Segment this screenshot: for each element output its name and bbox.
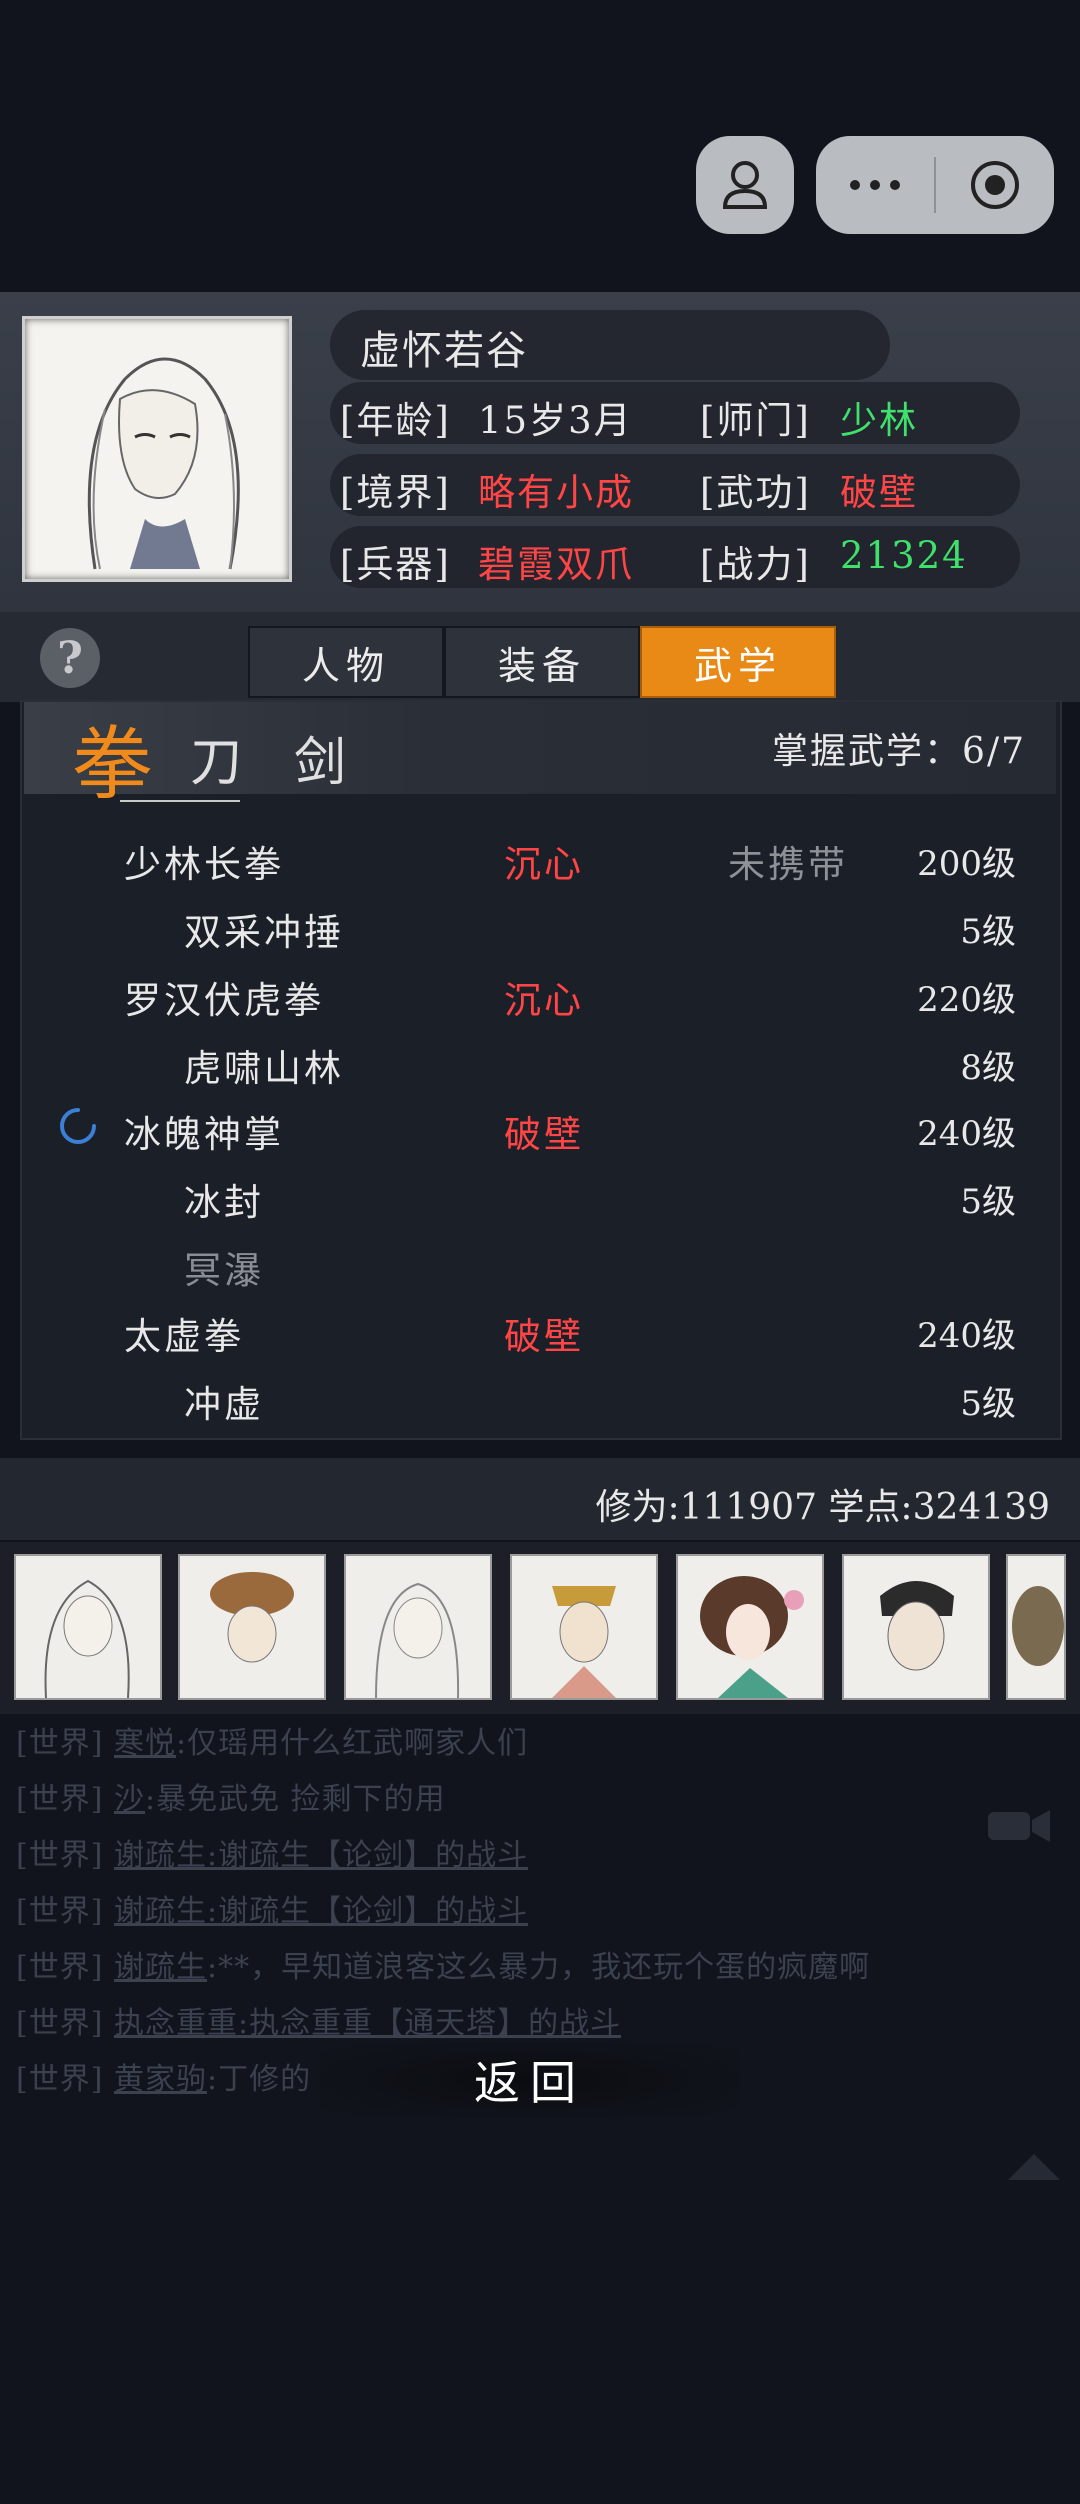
realm-value: 略有小成	[478, 471, 634, 514]
skill-status: 破壁	[504, 1113, 584, 1156]
tab-martial-arts[interactable]: 武学	[640, 626, 836, 698]
category-sword[interactable]: 剑	[294, 720, 346, 795]
chat-line[interactable]: [世界] 沙:暴免武免 捡剩下的用	[16, 1774, 446, 1818]
sub-skill-name[interactable]: 虎啸山林	[184, 1038, 344, 1092]
skill-label: [武功]	[700, 471, 811, 514]
sub-skill-name[interactable]: 冰封	[184, 1172, 264, 1226]
character-portrait[interactable]	[1006, 1554, 1066, 1700]
help-icon[interactable]: ?	[40, 628, 100, 688]
sub-skill-level: 5级	[960, 1384, 1016, 1424]
portrait-image	[880, 1581, 954, 1671]
portrait-image	[210, 1572, 294, 1663]
chat-line[interactable]: [世界] 黄家驹:丁修的	[16, 2054, 311, 2098]
chat-line[interactable]: [世界] 谢疏生:谢疏生【论剑】的战斗	[16, 1886, 528, 1930]
skill-name[interactable]: 冰魄神掌	[124, 1104, 284, 1158]
skill-level: 200级	[917, 844, 1016, 884]
character-portrait[interactable]	[178, 1554, 326, 1700]
portrait-image	[87, 357, 240, 570]
skill-name[interactable]: 少林长拳	[124, 834, 284, 888]
character-portrait[interactable]	[344, 1554, 492, 1700]
video-camera-icon[interactable]	[986, 1806, 1052, 1846]
category-blade[interactable]: 刀	[190, 720, 242, 795]
skill-level: 240级	[917, 1316, 1016, 1356]
chat-line[interactable]: [世界] 寒悦:仅瑶用什么红武啊家人们	[16, 1718, 528, 1762]
skill-value: 破壁	[840, 471, 918, 514]
close-miniprogram-button[interactable]	[936, 159, 1054, 211]
skill-status: 破壁	[504, 1315, 584, 1358]
chat-line[interactable]: [世界] 谢疏生:**，早知道浪客这么暴力，我还玩个蛋的疯魔啊	[16, 1942, 870, 1986]
skill-status: 沉心	[504, 979, 584, 1022]
skill-name[interactable]: 罗汉伏虎拳	[124, 970, 324, 1024]
age-label: [年龄]	[340, 399, 451, 442]
power-value: 21324	[840, 534, 968, 577]
skill-status: 沉心	[504, 843, 584, 886]
portrait-image	[44, 1579, 130, 1698]
character-portrait[interactable]	[676, 1554, 824, 1700]
sub-skill-level: 5级	[960, 1182, 1016, 1222]
more-button[interactable]	[816, 178, 934, 192]
skill-name[interactable]: 太虚拳	[124, 1306, 244, 1360]
user-icon	[722, 161, 768, 209]
target-icon	[971, 161, 1019, 209]
age-value: 15岁3月	[478, 399, 633, 442]
scroll-up-icon[interactable]	[1004, 2148, 1064, 2184]
capsule-menu	[816, 136, 1054, 234]
character-name: 虚怀若谷	[360, 328, 528, 374]
loading-spinner-icon	[60, 1108, 96, 1144]
sect-label: [师门]	[700, 399, 811, 442]
sub-skill-level: 8级	[960, 1048, 1016, 1088]
chat-line[interactable]: [世界] 谢疏生:谢疏生【论剑】的战斗	[16, 1830, 528, 1874]
portrait-image	[700, 1576, 804, 1698]
portrait-image	[1012, 1586, 1064, 1666]
mastery-count: 掌握武学：6/7	[772, 731, 1026, 772]
weapon-label: [兵器]	[340, 543, 451, 586]
sub-skill-name-locked[interactable]: 冥瀑	[184, 1240, 264, 1294]
character-portrait[interactable]	[842, 1554, 990, 1700]
skill-level: 240级	[917, 1114, 1016, 1154]
more-icon	[850, 180, 900, 190]
skill-carry-status: 未携带	[728, 843, 848, 886]
back-button[interactable]: 返回	[320, 2042, 740, 2118]
skill-level: 220级	[917, 980, 1016, 1020]
tab-character[interactable]: 人物	[248, 626, 444, 698]
portrait-image	[552, 1586, 616, 1698]
tab-equipment[interactable]: 装备	[444, 626, 640, 698]
character-portrait[interactable]	[14, 1554, 162, 1700]
scrolled-row-fragment	[120, 796, 1020, 806]
sub-skill-name[interactable]: 冲虚	[184, 1374, 264, 1428]
sub-skill-level: 5级	[960, 912, 1016, 952]
realm-label: [境界]	[340, 471, 451, 514]
weapon-value: 碧霞双爪	[478, 543, 634, 586]
chat-line[interactable]: [世界] 执念重重:执念重重【通天塔】的战斗	[16, 1998, 621, 2042]
avatar[interactable]	[22, 316, 292, 582]
character-portrait[interactable]	[510, 1554, 658, 1700]
user-button[interactable]	[696, 136, 794, 234]
sub-skill-name[interactable]: 双采冲捶	[184, 902, 344, 956]
portrait-image	[375, 1582, 460, 1698]
sect-value: 少林	[840, 399, 918, 442]
power-label: [战力]	[700, 543, 811, 586]
cultivation-stats: 修为:111907 学点:324139	[595, 1487, 1050, 1528]
